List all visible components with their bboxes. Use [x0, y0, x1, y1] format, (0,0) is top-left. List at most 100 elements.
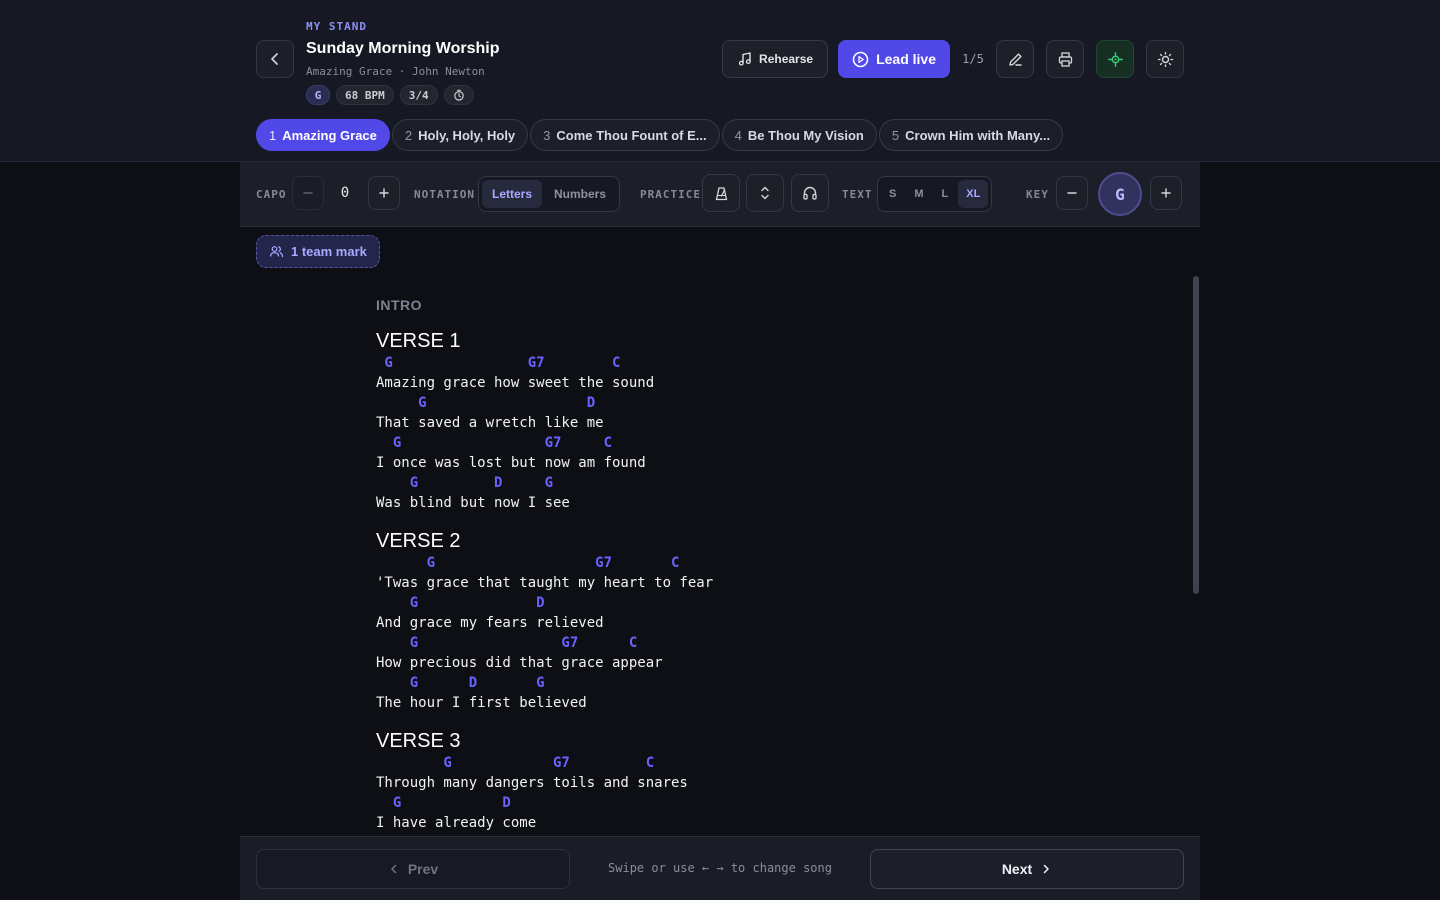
chord-line: G G7 C: [376, 635, 638, 651]
lyric-line: Amazing grace how sweet the sound: [376, 375, 655, 391]
back-button[interactable]: [256, 40, 294, 78]
minus-icon: [1066, 187, 1078, 199]
lyric-line: 'Twas grace that taught my heart to fear: [376, 575, 714, 591]
autoscroll-button[interactable]: [746, 174, 784, 212]
next-song-button[interactable]: Next: [870, 849, 1184, 889]
notation-letters-option[interactable]: Letters: [482, 180, 543, 208]
song-tab-3[interactable]: 3 Come Thou Fount of E...: [530, 119, 720, 151]
song-position: 1/5: [962, 52, 984, 66]
capo-increase-button[interactable]: [368, 176, 400, 210]
edit-button[interactable]: [996, 40, 1034, 78]
song-tab-4[interactable]: 4 Be Thou My Vision: [721, 119, 877, 151]
notation-numbers-option[interactable]: Numbers: [544, 180, 616, 208]
swipe-hint: Swipe or use ← → to change song: [608, 861, 832, 875]
time-signature-badge: 3/4: [399, 85, 438, 105]
lyric-line: And grace my fears relieved: [376, 615, 604, 631]
song-tab-number: 4: [734, 127, 742, 143]
song-tab-number: 1: [269, 127, 277, 143]
lyric-line: I have already come: [376, 815, 537, 831]
text-size-m-option[interactable]: M: [906, 180, 931, 208]
chord-line: G D: [376, 795, 511, 811]
theme-toggle-button[interactable]: [1146, 40, 1184, 78]
audio-button[interactable]: [791, 174, 829, 212]
notation-toggle: Letters Numbers: [478, 176, 621, 212]
prev-label: Prev: [407, 861, 439, 877]
chord-sheet-area: 1 team mark INTRO VERSE 1 G G7 C Amazing…: [240, 227, 1200, 836]
sun-icon: [1157, 51, 1174, 68]
text-size-xl-option[interactable]: XL: [958, 180, 989, 208]
chord-line: G D G: [376, 675, 545, 691]
team-mark-button[interactable]: 1 team mark: [256, 235, 380, 268]
lyric-line: The hour I first believed: [376, 695, 587, 711]
lyric-line: Through many dangers toils and snares: [376, 775, 688, 791]
stopwatch-icon: [453, 89, 465, 101]
song-tab-title: Holy, Holy, Holy: [418, 127, 516, 143]
notation-label: NOTATION: [414, 188, 475, 201]
section-heading: VERSE 2: [376, 530, 461, 552]
chord-line: G D: [376, 595, 545, 611]
song-navigation-footer: Prev Swipe or use ← → to change song Nex…: [240, 836, 1200, 900]
lyric-line: That saved a wretch like me: [376, 415, 604, 431]
print-button[interactable]: [1046, 40, 1084, 78]
chord-line: G D: [376, 395, 596, 411]
chord-line: G G7 C: [376, 555, 680, 571]
stand-eyebrow: MY STAND: [306, 20, 367, 33]
header-actions: Rehearse Lead live 1/5: [722, 40, 1184, 78]
plus-icon: [378, 187, 390, 199]
capo-decrease-button[interactable]: [292, 176, 324, 210]
song-tab-title: Come Thou Fount of E...: [556, 127, 707, 143]
headphones-icon: [802, 185, 818, 201]
lead-live-label: Lead live: [876, 51, 936, 67]
lyric-line: Was blind but now I see: [376, 495, 570, 511]
text-size-label: TEXT: [842, 188, 873, 201]
lyric-line: I once was lost but now am found: [376, 455, 646, 471]
metronome-icon: [714, 186, 729, 201]
set-header: MY STAND Sunday Morning Worship Amazing …: [0, 0, 1440, 162]
key-badge: G: [306, 85, 330, 105]
sheet-scrollbar[interactable]: [1193, 276, 1199, 594]
text-size-s-option[interactable]: S: [881, 180, 904, 208]
focus-mode-button[interactable]: [1096, 40, 1134, 78]
chevron-left-icon: [267, 51, 283, 67]
display-toolbar: CAPO 0 NOTATION Letters Numbers PRACTICE…: [240, 162, 1200, 227]
section-heading: VERSE 3: [376, 730, 461, 752]
text-size-toggle: S M L XL: [877, 176, 993, 212]
users-icon: [269, 244, 284, 259]
lyric-line: How precious did that grace appear: [376, 655, 663, 671]
text-size-l-option[interactable]: L: [934, 180, 957, 208]
lead-live-button[interactable]: Lead live: [838, 40, 950, 78]
capo-label: CAPO: [256, 188, 287, 201]
chevron-right-icon: [1040, 863, 1052, 875]
tempo-badge[interactable]: [443, 85, 474, 105]
printer-icon: [1057, 51, 1074, 68]
chevron-left-icon: [388, 863, 400, 875]
next-label: Next: [1001, 861, 1033, 877]
key-down-button[interactable]: [1056, 176, 1088, 210]
song-tab-title: Amazing Grace: [282, 127, 377, 143]
key-label: KEY: [1026, 188, 1049, 201]
song-tab-5[interactable]: 5 Crown Him with Many...: [878, 119, 1064, 151]
team-mark-label: 1 team mark: [291, 244, 367, 259]
key-up-button[interactable]: [1150, 176, 1182, 210]
metronome-button[interactable]: [702, 174, 740, 212]
plus-icon: [1160, 187, 1172, 199]
section-intro: INTRO: [376, 297, 423, 313]
song-tab-title: Be Thou My Vision: [747, 127, 864, 143]
song-tab-number: 2: [404, 127, 413, 143]
chord-line: G G7 C: [376, 435, 613, 451]
section-heading: VERSE 1: [376, 330, 461, 352]
chevrons-up-down-icon: [758, 185, 772, 201]
rehearse-button[interactable]: Rehearse: [722, 40, 829, 78]
song-subtitle: Amazing Grace · John Newton: [306, 65, 485, 78]
chord-line: G D G: [376, 475, 554, 491]
song-tab-title: Crown Him with Many...: [905, 127, 1051, 143]
current-key[interactable]: G: [1098, 172, 1142, 216]
song-tab-1[interactable]: 1 Amazing Grace: [256, 119, 390, 151]
song-tab-2[interactable]: 2 Holy, Holy, Holy: [391, 119, 529, 151]
rehearse-label: Rehearse: [759, 52, 814, 66]
crosshair-icon: [1107, 51, 1124, 68]
prev-song-button[interactable]: Prev: [256, 849, 570, 889]
pencil-icon: [1007, 51, 1024, 68]
song-tabs: 1 Amazing Grace 2 Holy, Holy, Holy 3 Com…: [256, 119, 1064, 151]
bpm-badge: 68 BPM: [336, 85, 394, 105]
